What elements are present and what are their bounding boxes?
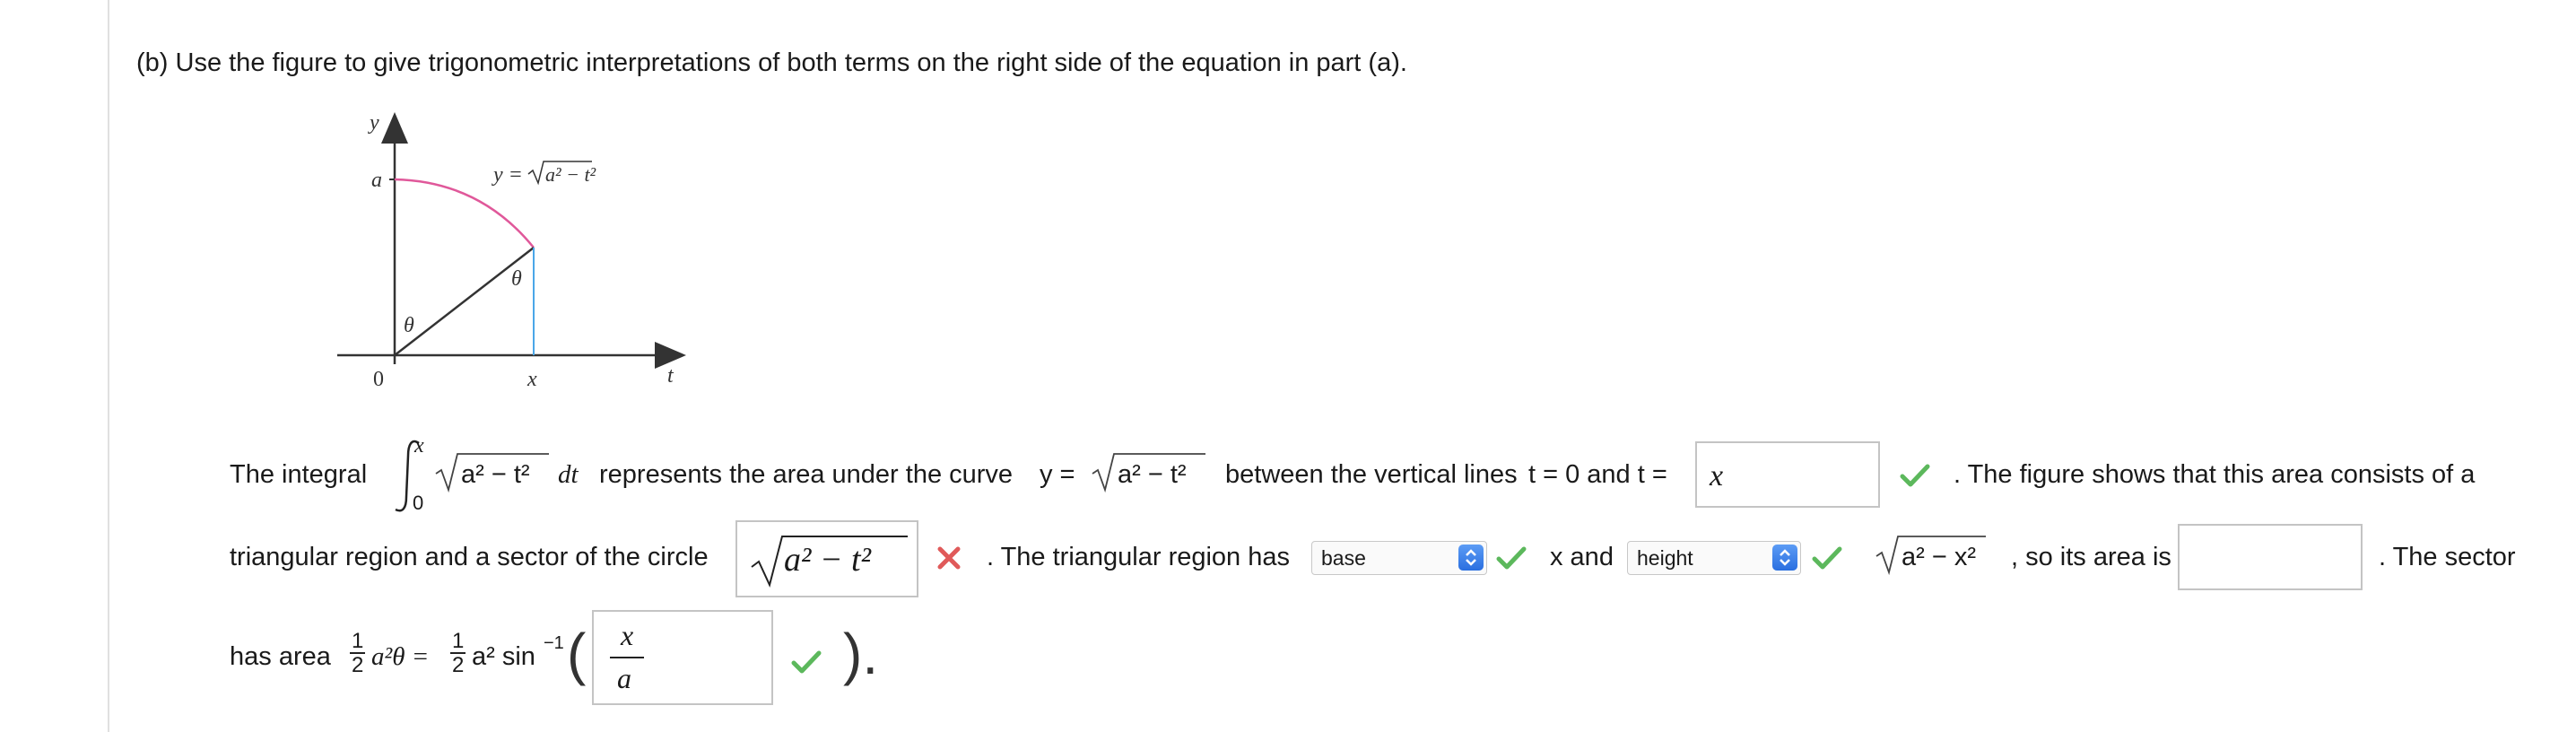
circle-arc bbox=[394, 178, 535, 248]
y-axis-label: y bbox=[368, 111, 379, 135]
answer-2-value: a² − t² bbox=[784, 541, 871, 579]
a2theta: a²θ = bbox=[371, 642, 430, 671]
rad3: a² − x² bbox=[1902, 543, 1976, 571]
line2-text4: . The sector bbox=[2379, 543, 2516, 571]
question-part-b: (b) Use the figure to give trigonometric… bbox=[136, 48, 1407, 77]
answer-box-1[interactable]: x bbox=[1695, 441, 1880, 508]
check-icon bbox=[791, 650, 822, 674]
check-icon bbox=[1900, 464, 1930, 487]
t-bounds: t = 0 and t = bbox=[1528, 460, 1667, 489]
check-icon bbox=[1496, 546, 1527, 570]
a-label: a bbox=[371, 169, 382, 192]
cross-icon bbox=[937, 546, 961, 570]
curve-radicand: a² − t² bbox=[1118, 460, 1187, 489]
int-upper: x bbox=[414, 434, 424, 458]
origin-label: 0 bbox=[373, 368, 384, 391]
radius-line bbox=[394, 247, 535, 356]
answer-4-fraction-bar bbox=[610, 657, 644, 658]
line1-text3: between the vertical lines bbox=[1225, 460, 1518, 489]
base-height-select-1[interactable]: base bbox=[1311, 541, 1487, 575]
half-fraction-2: 12 bbox=[450, 629, 466, 677]
line2-text2: . The triangular region has bbox=[987, 543, 1291, 571]
select-1-value: base bbox=[1321, 546, 1366, 570]
answer-box-3[interactable] bbox=[2178, 524, 2363, 590]
paren-open: ( bbox=[567, 622, 587, 686]
line1-text2: represents the area under the curve bbox=[599, 460, 1014, 489]
curve-equation-radicand: a² − t² bbox=[545, 163, 596, 186]
integrand: a² − t² bbox=[461, 460, 530, 489]
t-axis-label: t bbox=[667, 364, 674, 388]
left-border bbox=[108, 0, 109, 732]
dt: dt bbox=[558, 460, 579, 489]
answer-box-2[interactable]: a² − t² bbox=[735, 520, 918, 597]
line2-text3: , so its area is bbox=[2011, 543, 2171, 571]
answer-4-denominator: a bbox=[617, 662, 631, 694]
theta-point: θ bbox=[511, 267, 522, 291]
figure: y t a 0 x θ θ y = a² − t² bbox=[337, 111, 686, 391]
select-2-value: height bbox=[1637, 546, 1693, 570]
select-2-arrows-icon bbox=[1772, 545, 1797, 571]
base-height-select-2[interactable]: height bbox=[1627, 541, 1801, 575]
line1-text4: . The figure shows that this area consis… bbox=[1954, 460, 2476, 489]
answer-1-value: x bbox=[1710, 459, 1724, 492]
int-lower: 0 bbox=[413, 492, 424, 514]
line3-text1: has area bbox=[230, 642, 331, 671]
curve-equation-left: y = bbox=[492, 163, 523, 187]
select-1-arrows-icon bbox=[1458, 545, 1484, 571]
line1-text1: The integral bbox=[230, 460, 368, 489]
theta-origin: θ bbox=[404, 314, 414, 337]
half-fraction-1: 12 bbox=[350, 629, 366, 677]
paren-close: ). bbox=[843, 622, 879, 686]
answer-box-4[interactable]: x a bbox=[592, 610, 773, 705]
line2-text1: triangular region and a sector of the ci… bbox=[230, 543, 709, 571]
inverse-superscript: −1 bbox=[544, 633, 564, 653]
x-label: x bbox=[527, 368, 537, 391]
line2-mid: x and bbox=[1550, 543, 1614, 571]
y-equals: y = bbox=[1040, 460, 1075, 489]
check-icon bbox=[1812, 546, 1842, 570]
answer-4-numerator: x bbox=[621, 619, 634, 651]
a2sin: a² sin bbox=[472, 642, 535, 671]
